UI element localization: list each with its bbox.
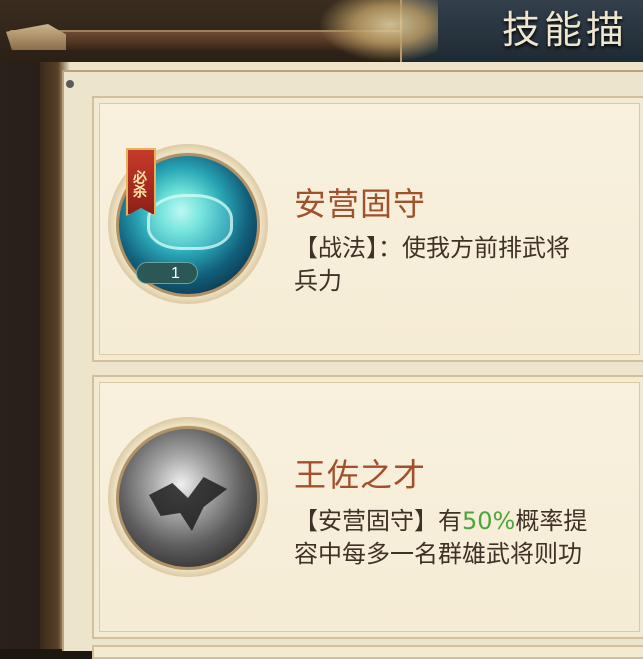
skill-desc-line1: 【战法】：使我方前排武将 [294,234,570,262]
skill-desc-line2: 兵力 [294,267,342,295]
page-title: 技能描 [502,8,629,52]
skill-name: 王佐之才 [294,456,427,494]
skill-desc-line1: 【安营固守】有50%概率提 [294,505,643,538]
skill-desc-highlight: 50% [462,507,516,535]
skill-desc-suffix: 概率提 [515,507,588,535]
skill-card[interactable]: 王佐之才 【安营固守】有50%概率提 容中每多一名群雄武将则功 [92,375,643,639]
skill-desc-line2: 容中每多一名群雄武将则功 [294,540,582,568]
black-crow-icon[interactable] [116,426,260,570]
crow-shape [149,477,227,531]
skill-name: 安营固守 [294,185,427,223]
frame-rivet [66,80,74,88]
dragon-ornament-icon [318,0,438,62]
skill-desc-prefix: 【安营固守】有 [294,507,462,535]
ultimate-tag: 必杀 [126,148,156,216]
skill-card[interactable]: 1 必杀 安营固守 【战法】：使我方前排武将 兵力 [92,96,643,362]
ghost-shape [147,194,233,250]
skill-level-badge: 1 [136,262,198,284]
skill-card-partial [92,645,643,659]
